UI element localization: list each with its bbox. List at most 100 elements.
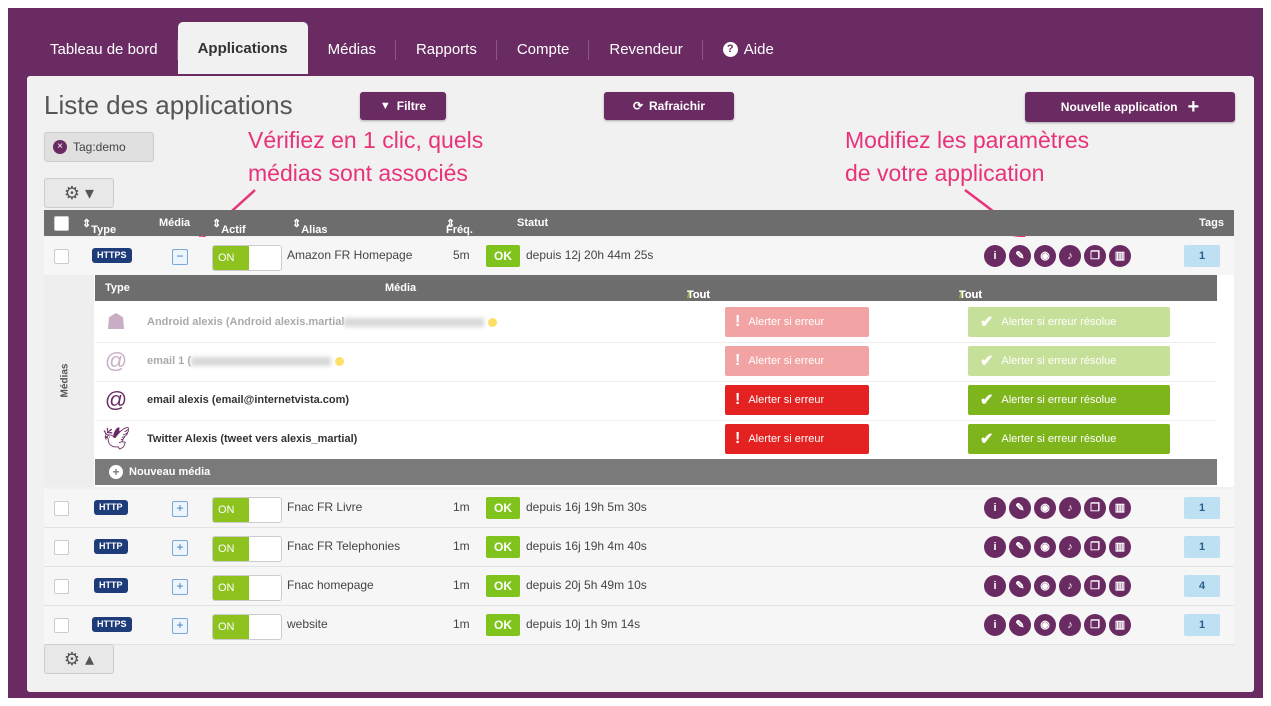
info-icon[interactable]: i <box>984 614 1006 636</box>
media-header: Type Média Tout associer / Tout désassoc… <box>95 275 1217 313</box>
tag-count[interactable]: 1 <box>1184 245 1220 267</box>
edit-pencil-icon[interactable]: ✎ <box>1009 245 1031 267</box>
status-duration: depuis 10j 1h 9m 14s <box>526 617 641 631</box>
tag-count[interactable]: 1 <box>1184 497 1220 519</box>
active-toggle[interactable]: ON <box>212 536 282 562</box>
collapse-media-toggle[interactable]: − <box>172 249 188 265</box>
table-row: HTTP + ON Fnac FR Livre 1m OK depuis 16j… <box>44 489 1234 528</box>
trash-icon[interactable]: ▥ <box>1109 245 1131 267</box>
table-row: HTTPS + ON website 1m OK depuis 10j 1h 9… <box>44 606 1234 645</box>
trash-icon[interactable]: ▥ <box>1109 614 1131 636</box>
bulk-actions-menu[interactable]: ⚙ ▾ <box>44 178 114 208</box>
tag-count[interactable]: 1 <box>1184 536 1220 558</box>
edit-pencil-icon[interactable]: ✎ <box>1009 497 1031 519</box>
media-side-label: Médias <box>44 275 94 487</box>
alias-cell[interactable]: website <box>287 617 328 631</box>
select-all-checkbox[interactable] <box>54 216 69 231</box>
row-checkbox[interactable] <box>54 501 69 516</box>
duplicate-icon[interactable]: ❐ <box>1084 497 1106 519</box>
expand-media-toggle[interactable]: + <box>172 618 188 634</box>
row-checkbox[interactable] <box>54 579 69 594</box>
status-badge: OK <box>486 497 520 519</box>
info-icon[interactable]: i <box>984 536 1006 558</box>
media-row: @ email 1 ( ! Alerter si erreur ✔ Alerter … <box>95 342 1217 382</box>
alias-cell[interactable]: Fnac homepage <box>287 578 374 592</box>
sound-icon[interactable]: ♪ <box>1059 245 1081 267</box>
media-row: 🕊 Twitter Alexis (tweet vers alexis_mart… <box>95 420 1217 460</box>
alert-error-button[interactable]: ! Alerter si erreur <box>725 307 869 337</box>
eye-icon[interactable]: ◉ <box>1034 575 1056 597</box>
trash-icon[interactable]: ▥ <box>1109 575 1131 597</box>
info-icon[interactable]: i <box>984 245 1006 267</box>
active-toggle[interactable]: ON <box>212 497 282 523</box>
freq-cell: 5m <box>453 248 470 262</box>
expand-media-toggle[interactable]: + <box>172 501 188 517</box>
gear-icon: ⚙ ▾ <box>63 182 95 203</box>
sound-icon[interactable]: ♪ <box>1059 575 1081 597</box>
col-alias[interactable]: ⇕ Alias <box>292 217 328 236</box>
row-checkbox[interactable] <box>54 249 69 264</box>
row-actions: i ✎ ◉ ♪ ❐ ▥ <box>984 245 1131 267</box>
sound-icon[interactable]: ♪ <box>1059 536 1081 558</box>
twitter-bird-icon: 🕊 <box>102 426 130 451</box>
new-media-button[interactable]: + Nouveau média <box>95 459 1217 485</box>
edit-pencil-icon[interactable]: ✎ <box>1009 536 1031 558</box>
row-checkbox[interactable] <box>54 618 69 633</box>
duplicate-icon[interactable]: ❐ <box>1084 536 1106 558</box>
protocol-badge: HTTPS <box>92 617 132 632</box>
status-badge: OK <box>486 245 520 267</box>
col-actif[interactable]: ⇕ Actif <box>212 217 246 236</box>
sound-icon[interactable]: ♪ <box>1059 614 1081 636</box>
active-toggle[interactable]: ON <box>212 575 282 601</box>
eye-icon[interactable]: ◉ <box>1034 245 1056 267</box>
expand-media-toggle[interactable]: + <box>172 540 188 556</box>
gear-icon: ⚙ ▴ <box>63 648 95 669</box>
table-row: HTTP + ON Fnac FR Telephonies 1m OK depu… <box>44 528 1234 567</box>
duplicate-icon[interactable]: ❐ <box>1084 245 1106 267</box>
tag-count[interactable]: 4 <box>1184 575 1220 597</box>
alert-resolved-button[interactable]: ✔ Alerter si erreur résolue <box>968 346 1170 376</box>
row-actions: i ✎ ◉ ♪ ❐ ▥ <box>984 497 1131 519</box>
bulk-actions-menu-bottom[interactable]: ⚙ ▴ <box>44 644 114 674</box>
active-toggle[interactable]: ON <box>212 614 282 640</box>
alert-error-button[interactable]: ! Alerter si erreur <box>725 385 869 415</box>
duplicate-icon[interactable]: ❐ <box>1084 614 1106 636</box>
protocol-badge: HTTPS <box>92 248 132 263</box>
freq-cell: 1m <box>453 500 470 514</box>
eye-icon[interactable]: ◉ <box>1034 614 1056 636</box>
bulb-icon <box>488 317 498 327</box>
tag-count[interactable]: 1 <box>1184 614 1220 636</box>
media-panel: Médias Type Média Tout associer / Tout d… <box>44 275 1234 487</box>
trash-icon[interactable]: ▥ <box>1109 497 1131 519</box>
row-checkbox[interactable] <box>54 540 69 555</box>
edit-pencil-icon[interactable]: ✎ <box>1009 614 1031 636</box>
alert-error-button[interactable]: ! Alerter si erreur <box>725 346 869 376</box>
alert-error-button[interactable]: ! Alerter si erreur <box>725 424 869 454</box>
alias-cell[interactable]: Amazon FR Homepage <box>287 248 412 262</box>
duplicate-icon[interactable]: ❐ <box>1084 575 1106 597</box>
expand-media-toggle[interactable]: + <box>172 579 188 595</box>
alias-cell[interactable]: Fnac FR Telephonies <box>287 539 400 553</box>
col-tags: Tags <box>1199 217 1224 229</box>
at-icon: @ <box>104 348 128 373</box>
status-duration: depuis 12j 20h 44m 25s <box>526 248 654 262</box>
freq-cell: 1m <box>453 578 470 592</box>
media-row: @ email alexis (email@internetvista.com)… <box>95 381 1217 421</box>
alert-resolved-button[interactable]: ✔ Alerter si erreur résolue <box>968 385 1170 415</box>
edit-pencil-icon[interactable]: ✎ <box>1009 575 1031 597</box>
eye-icon[interactable]: ◉ <box>1034 536 1056 558</box>
alert-resolved-button[interactable]: ✔ Alerter si erreur résolue <box>968 307 1170 337</box>
info-icon[interactable]: i <box>984 497 1006 519</box>
eye-icon[interactable]: ◉ <box>1034 497 1056 519</box>
row-actions: i ✎ ◉ ♪ ❐ ▥ <box>984 614 1131 636</box>
col-type[interactable]: ⇕ Type <box>82 217 116 236</box>
active-toggle[interactable]: ON <box>212 245 282 271</box>
col-statut: Statut <box>517 217 549 229</box>
info-icon[interactable]: i <box>984 575 1006 597</box>
protocol-badge: HTTP <box>94 578 128 593</box>
trash-icon[interactable]: ▥ <box>1109 536 1131 558</box>
sound-icon[interactable]: ♪ <box>1059 497 1081 519</box>
alias-cell[interactable]: Fnac FR Livre <box>287 500 362 514</box>
col-freq[interactable]: Fréq. ⇕ <box>446 217 473 236</box>
alert-resolved-button[interactable]: ✔ Alerter si erreur résolue <box>968 424 1170 454</box>
